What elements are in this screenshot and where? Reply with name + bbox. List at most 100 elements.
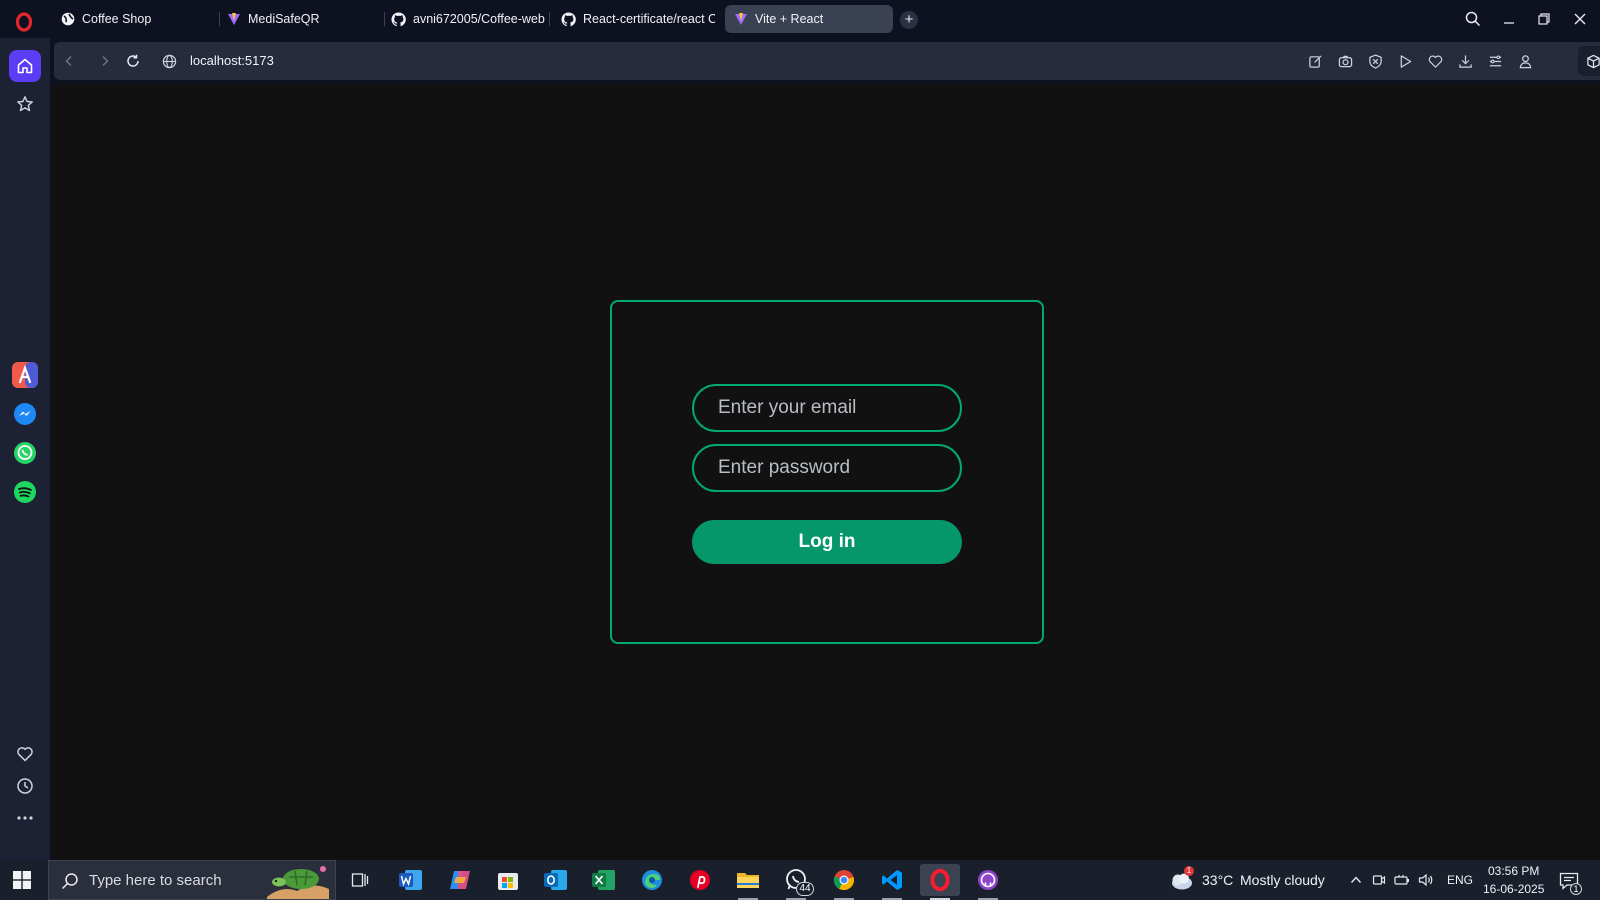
taskbar-word[interactable] bbox=[391, 864, 431, 896]
windows-start-icon[interactable] bbox=[12, 870, 32, 890]
clock-time[interactable]: 03:56 PM bbox=[1488, 864, 1539, 878]
taskbar-store[interactable] bbox=[488, 864, 528, 896]
login-button[interactable]: Log in bbox=[692, 520, 962, 564]
tab-title: Coffee Shop bbox=[82, 12, 152, 26]
notification-center-button[interactable]: 1 bbox=[1558, 871, 1582, 895]
speaker-icon bbox=[1418, 873, 1433, 887]
github-icon bbox=[391, 11, 406, 27]
camera-icon bbox=[1338, 55, 1352, 67]
taskbar-whatsapp[interactable]: 44 bbox=[776, 864, 816, 900]
task-view-icon bbox=[351, 873, 369, 887]
sidebar-item-speed-dial[interactable] bbox=[9, 88, 41, 120]
weather-widget[interactable]: 1 33°C Mostly cloudy bbox=[1168, 860, 1328, 900]
globe-icon bbox=[60, 12, 75, 27]
sidebar-item-history[interactable] bbox=[9, 770, 41, 802]
taskbar-excel[interactable] bbox=[584, 864, 624, 896]
shield-icon bbox=[1368, 53, 1382, 69]
browser-tab-bar: Coffee Shop MediSafeQR avni672005/Coffee… bbox=[0, 0, 1600, 38]
tab-medisafeqr[interactable]: MediSafeQR bbox=[218, 5, 376, 33]
globe-icon bbox=[162, 54, 176, 68]
snapshot-button[interactable] bbox=[1336, 52, 1354, 70]
taskbar-edge[interactable] bbox=[632, 864, 672, 896]
add-to-pinboard-button[interactable] bbox=[1426, 52, 1444, 70]
taskbar-task-view[interactable] bbox=[340, 864, 380, 896]
home-icon bbox=[17, 58, 33, 74]
file-explorer-icon bbox=[737, 873, 759, 888]
weather-condition: Mostly cloudy bbox=[1240, 872, 1325, 888]
tab-title: Vite + React bbox=[755, 12, 824, 26]
input-language[interactable]: ENG bbox=[1447, 873, 1473, 887]
copilot-icon bbox=[450, 871, 470, 889]
taskbar-file-explorer[interactable] bbox=[728, 864, 768, 900]
taskbar-pinterest[interactable] bbox=[680, 864, 720, 896]
tab-coffee-website-repo[interactable]: avni672005/Coffee-websit bbox=[383, 5, 545, 33]
site-info-button[interactable] bbox=[160, 52, 178, 70]
sidebar-item-home[interactable] bbox=[9, 50, 41, 82]
restore-button[interactable] bbox=[1533, 9, 1555, 29]
adblock-button[interactable] bbox=[1366, 52, 1384, 70]
edge-icon bbox=[642, 870, 662, 890]
address-bar: localhost:5173 bbox=[54, 42, 1600, 80]
chrome-icon bbox=[833, 870, 854, 891]
downloads-button[interactable] bbox=[1456, 52, 1474, 70]
edit-icon bbox=[1308, 54, 1322, 68]
email-field[interactable] bbox=[692, 384, 962, 432]
taskbar-search-box[interactable]: Type here to search bbox=[48, 860, 336, 900]
sidebar-item-whatsapp[interactable] bbox=[9, 437, 41, 469]
sidebar-item-spotify[interactable] bbox=[9, 476, 41, 508]
taskbar-chrome[interactable] bbox=[824, 864, 864, 900]
play-icon bbox=[1400, 54, 1411, 68]
taskbar-copilot[interactable] bbox=[440, 864, 480, 896]
pinterest-icon bbox=[690, 870, 710, 890]
outlook-icon bbox=[544, 870, 567, 890]
tray-volume[interactable] bbox=[1418, 872, 1434, 888]
notification-badge: 44 bbox=[796, 882, 814, 896]
heart-icon bbox=[1428, 54, 1442, 68]
taskbar-github-desktop[interactable] bbox=[968, 864, 1008, 900]
page-viewport: Log in bbox=[52, 84, 1600, 860]
excel-icon bbox=[592, 870, 615, 890]
password-field[interactable] bbox=[692, 444, 962, 492]
spotify-icon bbox=[14, 481, 36, 503]
profile-button[interactable] bbox=[1516, 52, 1534, 70]
tab-separator bbox=[549, 12, 550, 26]
store-icon bbox=[498, 873, 518, 890]
show-hidden-icons-button[interactable] bbox=[1348, 872, 1364, 888]
search-tabs-button[interactable] bbox=[1462, 9, 1484, 29]
browser-sidebar bbox=[0, 38, 50, 860]
notification-count: 1 bbox=[1570, 883, 1582, 895]
new-tab-button[interactable]: + bbox=[900, 11, 918, 29]
tray-battery[interactable] bbox=[1394, 872, 1410, 888]
tray-meet-now[interactable] bbox=[1371, 872, 1387, 888]
sidebar-item-messenger[interactable] bbox=[9, 398, 41, 430]
clock-date[interactable]: 16-06-2025 bbox=[1483, 882, 1544, 896]
player-button[interactable] bbox=[1396, 52, 1414, 70]
sidebar-item-aria[interactable] bbox=[9, 359, 41, 391]
history-icon bbox=[17, 778, 33, 794]
easy-files-button[interactable] bbox=[1486, 52, 1504, 70]
forward-button[interactable] bbox=[96, 52, 114, 70]
whatsapp-icon bbox=[14, 442, 36, 464]
taskbar-outlook[interactable] bbox=[536, 864, 576, 896]
taskbar-vscode[interactable] bbox=[872, 864, 912, 900]
url-field[interactable]: localhost:5173 bbox=[190, 53, 274, 68]
reload-icon bbox=[127, 54, 139, 67]
tab-react-certificate-repo[interactable]: React-certificate/react Cer bbox=[553, 5, 715, 33]
vite-icon bbox=[733, 12, 748, 27]
taskbar-opera[interactable] bbox=[920, 864, 960, 900]
minimize-button[interactable] bbox=[1498, 9, 1520, 29]
heart-icon bbox=[17, 747, 33, 762]
menu-lines-icon bbox=[1489, 54, 1501, 66]
sidebar-item-more[interactable] bbox=[9, 802, 41, 834]
sidebar-item-pinboards[interactable] bbox=[9, 738, 41, 770]
easy-setup-button[interactable] bbox=[1306, 52, 1324, 70]
close-window-button[interactable] bbox=[1569, 9, 1591, 29]
chevron-left-icon bbox=[65, 55, 72, 67]
back-button[interactable] bbox=[60, 52, 78, 70]
tab-vite-react[interactable]: Vite + React bbox=[725, 5, 893, 33]
reload-button[interactable] bbox=[124, 52, 142, 70]
extensions-button[interactable] bbox=[1578, 46, 1600, 76]
tab-coffee-shop[interactable]: Coffee Shop bbox=[52, 5, 210, 33]
opera-logo-icon[interactable] bbox=[14, 12, 34, 32]
search-highlight-turtle-icon bbox=[267, 866, 329, 899]
